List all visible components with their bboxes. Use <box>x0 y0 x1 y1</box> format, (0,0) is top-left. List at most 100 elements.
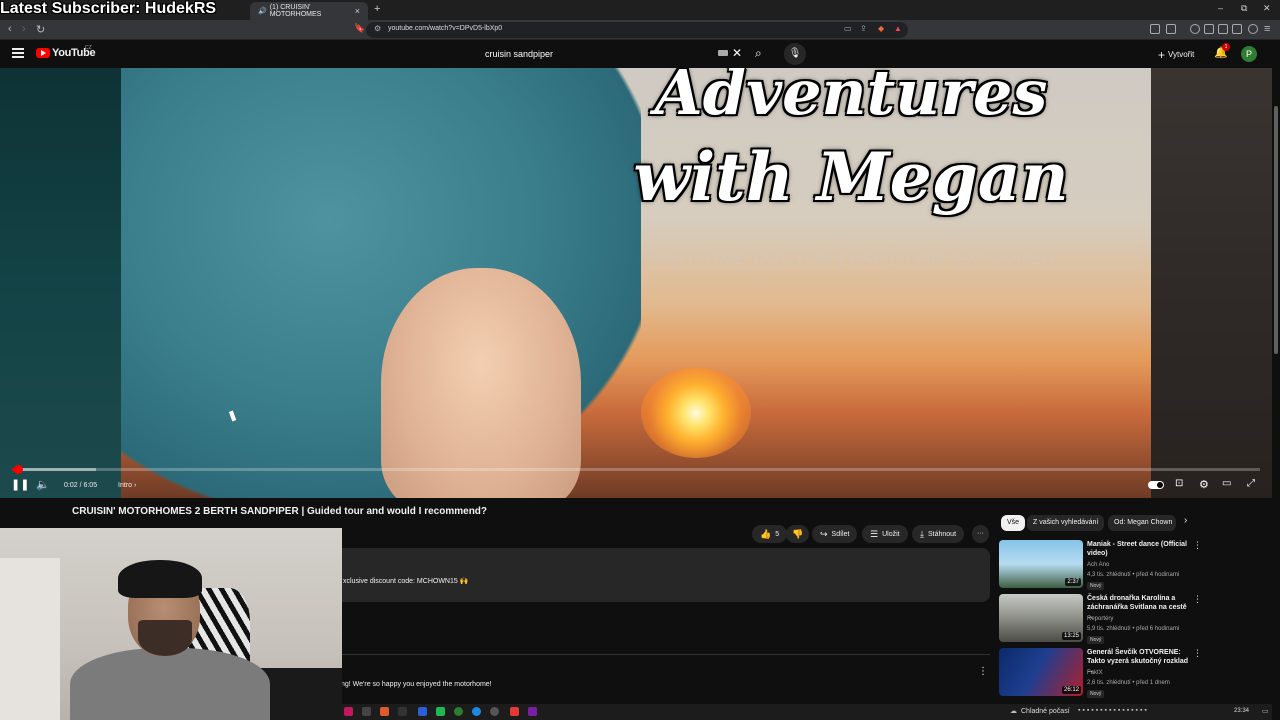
media-icon[interactable] <box>1190 24 1200 34</box>
fullscreen-icon[interactable]: ⤢ <box>1247 478 1255 489</box>
chapter-button[interactable]: Intro › <box>118 482 136 489</box>
comments-divider <box>340 654 990 655</box>
recommendation-channel[interactable]: Ach Ano <box>1087 562 1109 568</box>
notification-center-icon[interactable]: ▭ <box>1262 707 1269 715</box>
pause-icon[interactable]: ❚❚ <box>11 478 29 491</box>
taskbar-app-icon[interactable] <box>528 707 537 716</box>
recommendation-thumbnail[interactable]: 26:12 <box>999 648 1083 696</box>
create-button[interactable]: + Vytvořit <box>1158 48 1194 62</box>
recommendation-menu-icon[interactable]: ⋮ <box>1193 540 1202 551</box>
video-frame[interactable]: Adventures with Megan PART-TIME DOCTOR |… <box>121 68 1151 498</box>
recommendation-title[interactable]: Maniak - Street dance (Official video) <box>1087 540 1191 558</box>
progress-bar[interactable] <box>12 468 1260 471</box>
recommendation-item[interactable]: 2:37 Maniak - Street dance (Official vid… <box>999 540 1209 592</box>
taskbar-brave-icon[interactable] <box>380 707 389 716</box>
save-label: Uložit <box>882 531 900 538</box>
recommendation-menu-icon[interactable]: ⋮ <box>1193 594 1202 605</box>
bookmark-icon[interactable]: 🔖 <box>354 23 365 34</box>
taskbar-app-icon[interactable] <box>362 707 371 716</box>
taskbar-clock[interactable]: 23:34 <box>1234 708 1249 714</box>
recommendation-menu-icon[interactable]: ⋮ <box>1193 648 1202 659</box>
youtube-logo-icon[interactable] <box>36 48 50 58</box>
taskbar-weather[interactable]: Chladné počasí <box>1021 708 1070 715</box>
taskbar-app-icon[interactable] <box>490 707 499 716</box>
url-text[interactable]: youtube.com/watch?v=DPvD5-lbXp0 <box>388 25 502 32</box>
taskbar-app-icon[interactable] <box>510 707 519 716</box>
dislike-button[interactable]: 👎 <box>786 525 810 543</box>
autoplay-toggle[interactable] <box>1148 481 1164 489</box>
back-icon[interactable]: ‹ <box>8 23 12 35</box>
reader-icon[interactable] <box>1204 24 1214 34</box>
sidebar-icon[interactable] <box>1166 24 1176 34</box>
thumbs-up-icon: 👍 <box>760 529 772 539</box>
taskbar-app-icon[interactable] <box>436 707 445 716</box>
url-bar[interactable]: ⚙ youtube.com/watch?v=DPvD5-lbXp0 ▭ ⇪ ◆ … <box>366 22 908 38</box>
chips-next-icon[interactable]: › <box>1184 515 1187 526</box>
extension-icon[interactable] <box>1150 24 1160 34</box>
tab-close-icon[interactable]: × <box>355 6 360 16</box>
progress-buffered <box>12 468 96 471</box>
new-tab-button[interactable]: + <box>374 3 380 15</box>
brave-shield-icon[interactable]: ◆ <box>878 24 884 33</box>
recommendation-duration: 26:12 <box>1061 686 1081 694</box>
plus-icon: + <box>1158 48 1166 62</box>
chip-from-searches[interactable]: Z vašich vyhledávání <box>1027 515 1105 531</box>
recommendation-channel[interactable]: FaktX <box>1087 670 1103 676</box>
browser-tab-active[interactable]: 🔊 (1) CRUISIN' MOTORHOMES × <box>250 2 368 20</box>
notification-badge: 1 <box>1222 43 1230 51</box>
search-input[interactable]: cruisin sandpiper <box>485 49 553 59</box>
recommendation-channel[interactable]: Reportéry <box>1087 616 1113 622</box>
recommendation-thumbnail[interactable]: 13:25 <box>999 594 1083 642</box>
progress-scrubber[interactable] <box>14 465 23 474</box>
more-actions-button[interactable]: ··· <box>972 525 989 543</box>
reload-icon[interactable]: ↻ <box>36 23 45 36</box>
ambient-right <box>1151 68 1272 498</box>
wallet-icon[interactable] <box>1248 24 1258 34</box>
recommendation-thumbnail[interactable]: 2:37 <box>999 540 1083 588</box>
maximize-icon[interactable]: ⧉ <box>1241 3 1247 14</box>
site-info-icon[interactable]: ⚙ <box>374 24 381 33</box>
tabs-icon[interactable] <box>1218 24 1228 34</box>
share-button[interactable]: ↪ Sdílet <box>812 525 858 543</box>
theater-mode-icon[interactable]: ▭ <box>1222 478 1231 489</box>
video-player[interactable]: Adventures with Megan PART-TIME DOCTOR |… <box>0 68 1272 498</box>
latest-subscriber-overlay: Latest Subscriber: HudekRS <box>0 0 217 17</box>
taskbar-app-icon[interactable] <box>344 707 353 716</box>
forward-icon[interactable]: › <box>22 23 26 35</box>
window-close-icon[interactable]: ✕ <box>1263 3 1271 14</box>
tray-icons[interactable]: ▪ ▪ ▪ ▪ ▪ ▪ ▪ ▪ ▪ ▪ ▪ ▪ ▪ ▪ ▪ ▪ <box>1078 707 1147 714</box>
screen-cast-icon[interactable]: ▭ <box>844 24 852 33</box>
downloads-icon[interactable] <box>1232 24 1242 34</box>
weather-icon[interactable]: ☁ <box>1010 707 1017 715</box>
video-person-leg <box>381 268 581 498</box>
settings-gear-icon[interactable]: ⚙ <box>1199 478 1209 491</box>
recommendation-item[interactable]: 13:25 Česká dronařka Karolína a záchraná… <box>999 594 1209 646</box>
subtitles-icon[interactable]: ⊡ <box>1175 478 1183 489</box>
clear-search-icon[interactable]: ✕ <box>732 46 742 60</box>
page-scrollbar-thumb[interactable] <box>1274 106 1278 354</box>
save-button[interactable]: ☰ Uložit <box>862 525 908 543</box>
recommendation-duration: 13:25 <box>1061 632 1081 640</box>
taskbar-app-icon[interactable] <box>398 707 407 716</box>
minimize-icon[interactable]: – <box>1218 3 1223 13</box>
country-code: CZ <box>85 45 92 51</box>
comment-text: ng! We're so happy you enjoyed the motor… <box>341 681 492 688</box>
keyboard-icon[interactable] <box>718 50 728 56</box>
menu-icon[interactable]: ≡ <box>1264 23 1270 35</box>
share-page-icon[interactable]: ⇪ <box>860 24 867 33</box>
volume-icon[interactable]: 🔈 <box>36 478 50 491</box>
download-button[interactable]: ⤓ Stáhnout <box>912 525 965 543</box>
comment-menu-icon[interactable]: ⋮ <box>978 666 988 677</box>
search-icon[interactable]: ⌕ <box>755 46 762 61</box>
taskbar-app-icon[interactable] <box>454 707 463 716</box>
recommendation-item[interactable]: 26:12 Generál Ševčík OTVORENE: Takto vyz… <box>999 648 1209 700</box>
chip-all[interactable]: Vše <box>1001 515 1026 531</box>
taskbar-app-icon[interactable] <box>418 707 427 716</box>
taskbar-app-icon[interactable] <box>472 707 481 716</box>
like-button[interactable]: 👍 5 <box>752 525 788 543</box>
avatar[interactable]: P <box>1241 46 1257 62</box>
microphone-icon[interactable]: 🎙 <box>784 43 806 65</box>
guide-menu-icon[interactable] <box>12 48 24 58</box>
brave-rewards-icon[interactable]: ▲ <box>894 24 902 33</box>
chip-from-channel[interactable]: Od: Megan Chown <box>1108 515 1176 531</box>
